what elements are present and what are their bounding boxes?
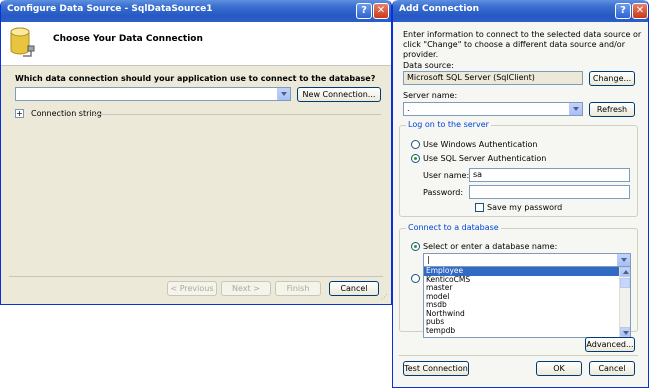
next-button[interactable]: Next > [221, 281, 271, 296]
close-icon[interactable]: ✕ [632, 3, 648, 19]
attach-db-radio[interactable] [411, 274, 420, 283]
select-db-radio[interactable] [411, 242, 420, 251]
server-name-combo[interactable]: . [403, 102, 583, 116]
connection-dropdown[interactable] [15, 87, 291, 101]
server-name-label: Server name: [403, 91, 458, 100]
database-dropdown-list[interactable]: Employee KenticoCMS master model msdb Northwi… [423, 266, 631, 338]
select-db-label[interactable]: Select or enter a database name: [423, 242, 557, 251]
database-combo[interactable]: | [423, 253, 631, 267]
windows-auth-label[interactable]: Use Windows Authentication [423, 140, 537, 149]
chevron-down-icon[interactable] [617, 254, 630, 266]
plus-box-icon[interactable]: + [15, 109, 24, 118]
database-option[interactable]: KenticoCMS [424, 275, 619, 285]
refresh-button[interactable]: Refresh [589, 102, 635, 117]
database-plug-icon [9, 26, 35, 64]
user-name-label: User name: [423, 171, 470, 180]
wizard-header-title: Choose Your Data Connection [53, 34, 203, 44]
database-option[interactable]: Northwind [424, 309, 619, 319]
logon-group-title: Log on to the server [406, 120, 491, 129]
change-button[interactable]: Change... [589, 71, 635, 86]
database-option[interactable]: model [424, 292, 619, 302]
test-connection-button[interactable]: Test Connection [403, 361, 469, 376]
add-connection-dialog: Add Connection ? ✕ Enter information to … [392, 0, 649, 388]
add-connection-titlebar[interactable]: Add Connection ? ✕ [393, 0, 648, 22]
dialog-footer-divider [399, 355, 638, 356]
windows-auth-radio[interactable] [411, 140, 420, 149]
connect-db-group-title: Connect to a database [406, 223, 501, 232]
finish-button[interactable]: Finish [275, 281, 321, 296]
database-option[interactable]: tempdb [424, 326, 619, 336]
sql-auth-radio[interactable] [411, 154, 420, 163]
scroll-up-icon[interactable] [620, 267, 630, 277]
configure-data-source-window: Configure Data Source - SqlDataSource1 ?… [0, 0, 392, 305]
data-source-label: Data source: [403, 61, 454, 70]
server-name-value: . [407, 104, 410, 113]
chevron-down-icon[interactable] [569, 103, 582, 115]
connection-question: Which data connection should your applic… [15, 74, 376, 83]
password-input[interactable] [469, 185, 630, 199]
help-icon[interactable]: ? [356, 3, 372, 19]
password-label: Password: [423, 188, 464, 197]
logon-group: Log on to the server Use Windows Authent… [399, 120, 638, 217]
scroll-thumb[interactable] [620, 278, 630, 288]
wizard-footer-divider [9, 276, 383, 277]
user-name-input[interactable]: sa [469, 168, 630, 182]
configure-titlebar[interactable]: Configure Data Source - SqlDataSource1 ?… [1, 0, 391, 22]
database-options: Employee KenticoCMS master model msdb Northwi… [424, 267, 630, 335]
add-connection-cancel-button[interactable]: Cancel [589, 361, 635, 376]
ok-button[interactable]: OK [536, 361, 582, 376]
previous-button[interactable]: < Previous [167, 281, 217, 296]
wizard-header: Choose Your Data Connection [1, 22, 391, 66]
database-combo-value: | [427, 255, 430, 264]
data-source-field: Microsoft SQL Server (SqlClient) [403, 71, 583, 85]
intro-text: Enter information to connect to the sele… [403, 30, 642, 59]
database-option[interactable]: master [424, 283, 619, 293]
configure-cancel-button[interactable]: Cancel [329, 281, 379, 296]
configure-window-title: Configure Data Source - SqlDataSource1 [7, 4, 213, 14]
connection-string-divider [93, 114, 381, 115]
chevron-down-icon[interactable] [277, 88, 290, 100]
save-password-checkbox[interactable] [475, 203, 484, 212]
sql-auth-label[interactable]: Use SQL Server Authentication [423, 154, 546, 163]
connection-string-label: Connection string [31, 109, 102, 118]
resize-grip-icon[interactable]: ⋰ [381, 293, 388, 301]
help-icon[interactable]: ? [615, 3, 631, 19]
add-connection-title: Add Connection [399, 4, 480, 14]
database-list-scrollbar[interactable] [619, 267, 630, 337]
save-password-label[interactable]: Save my password [487, 203, 562, 212]
new-connection-button[interactable]: New Connection... [297, 87, 381, 102]
close-icon[interactable]: ✕ [373, 3, 389, 19]
scroll-down-icon[interactable] [620, 327, 630, 337]
advanced-button[interactable]: Advanced... [585, 337, 635, 352]
